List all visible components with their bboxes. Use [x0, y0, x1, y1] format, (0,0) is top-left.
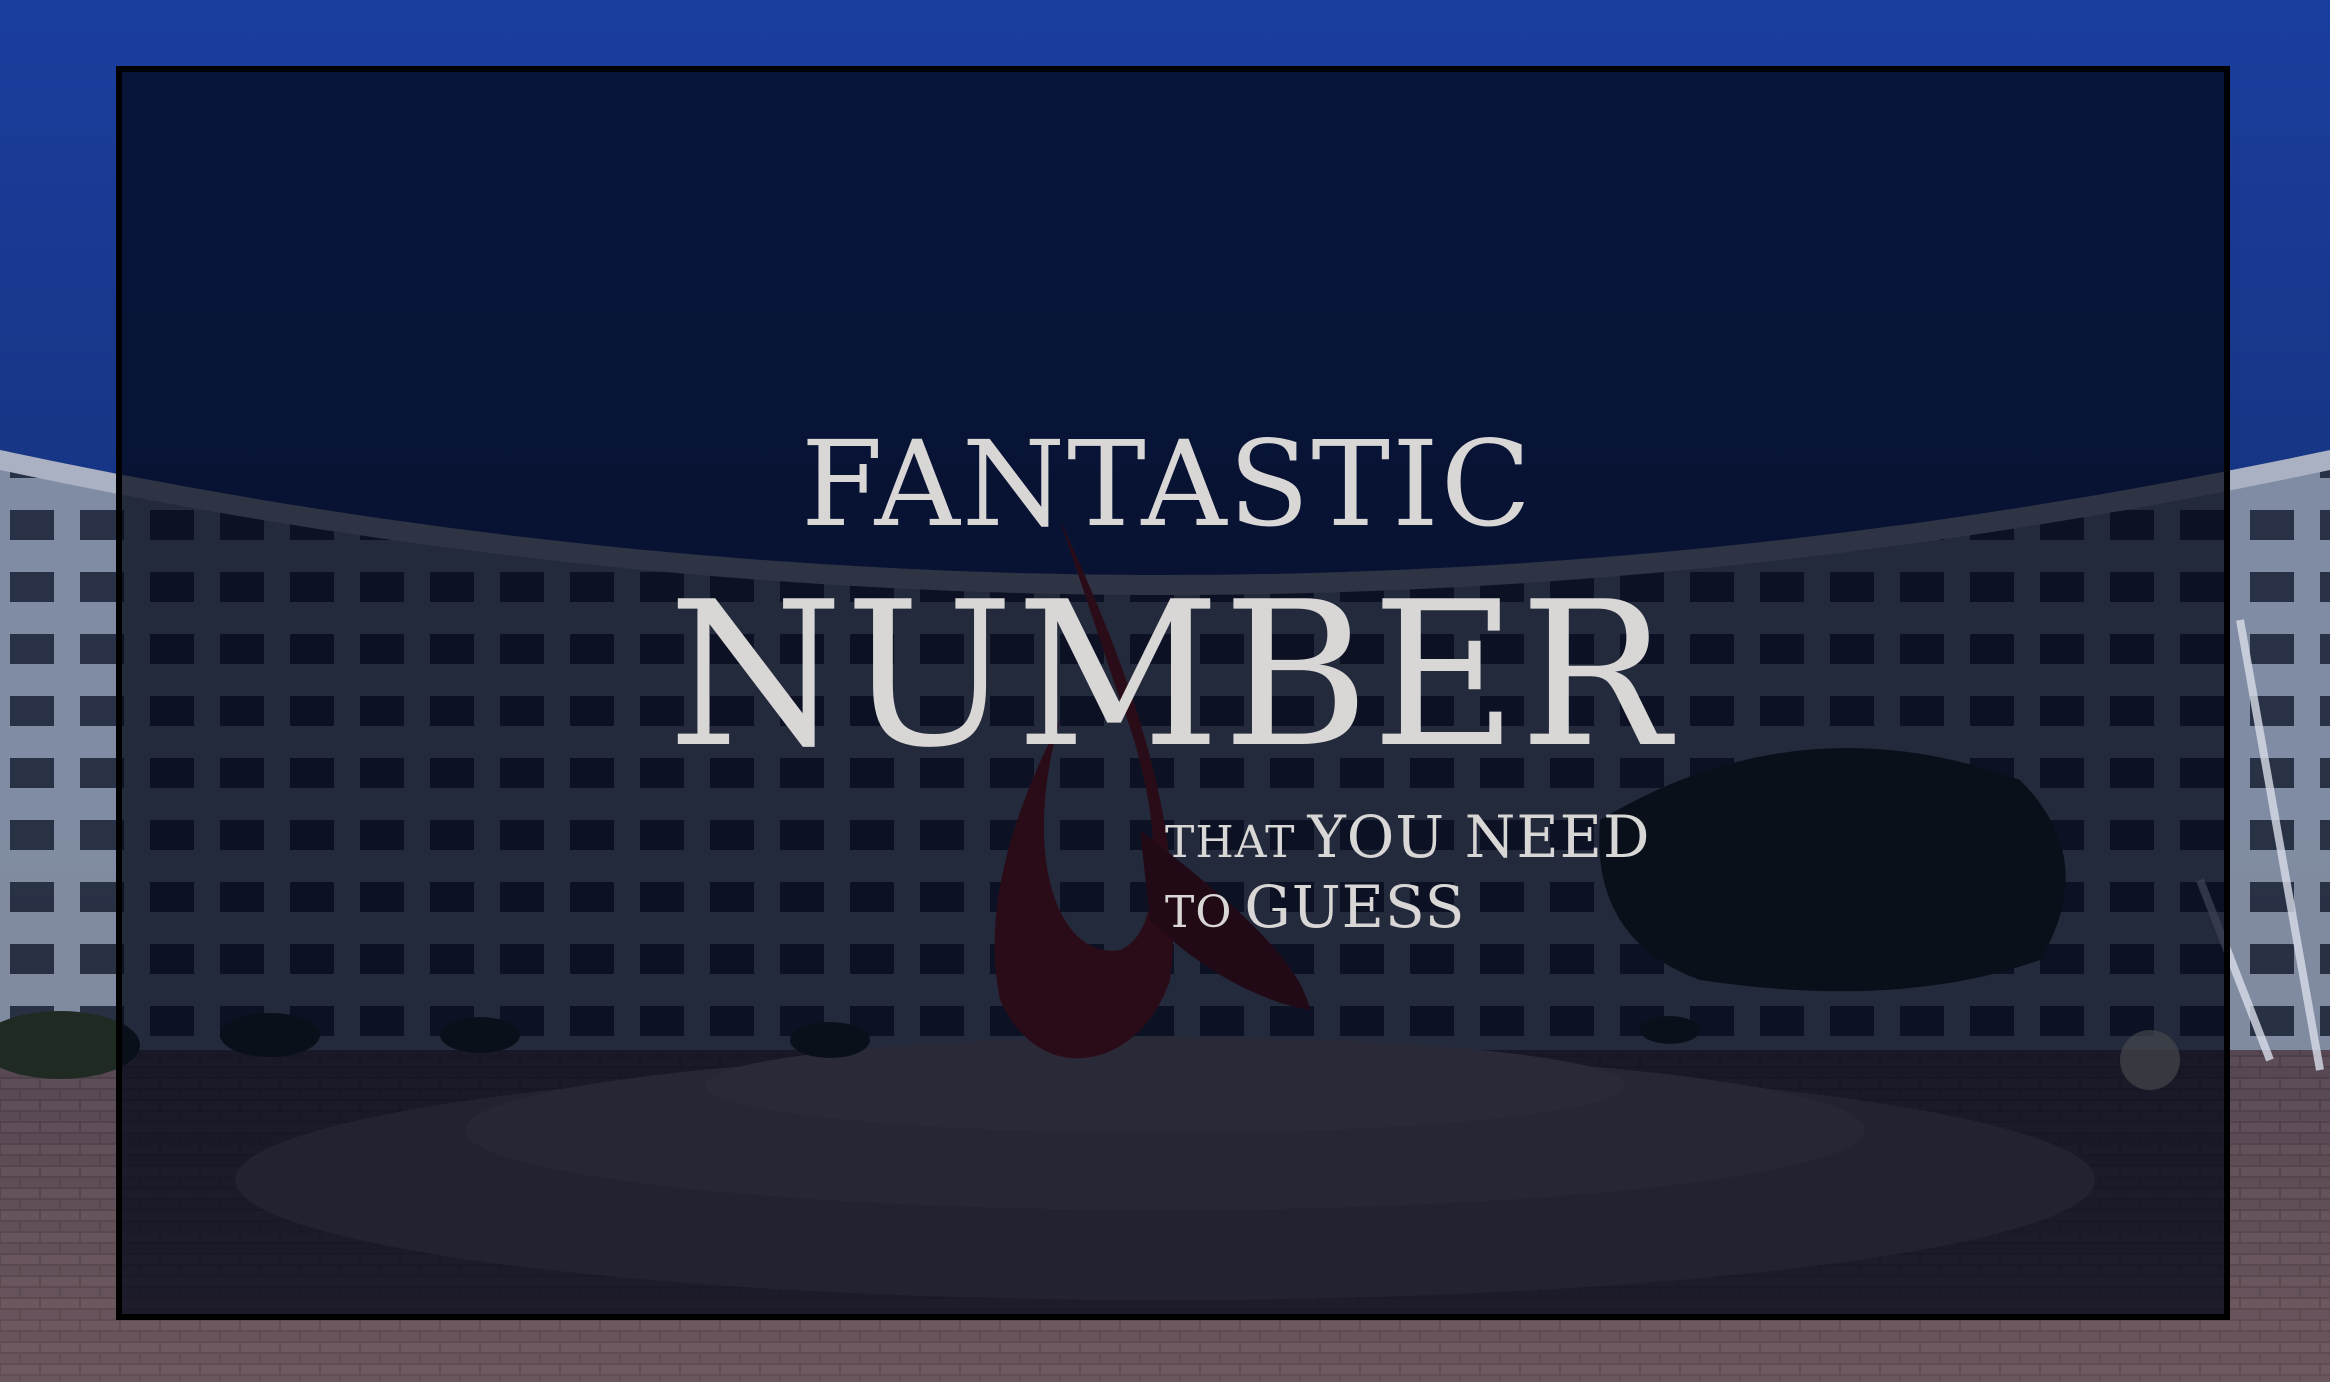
title-screen: FANTASTIC NUMBER THAT YOU NEED TO GUESS [0, 0, 2330, 1382]
dark-overlay-panel [116, 66, 2230, 1320]
